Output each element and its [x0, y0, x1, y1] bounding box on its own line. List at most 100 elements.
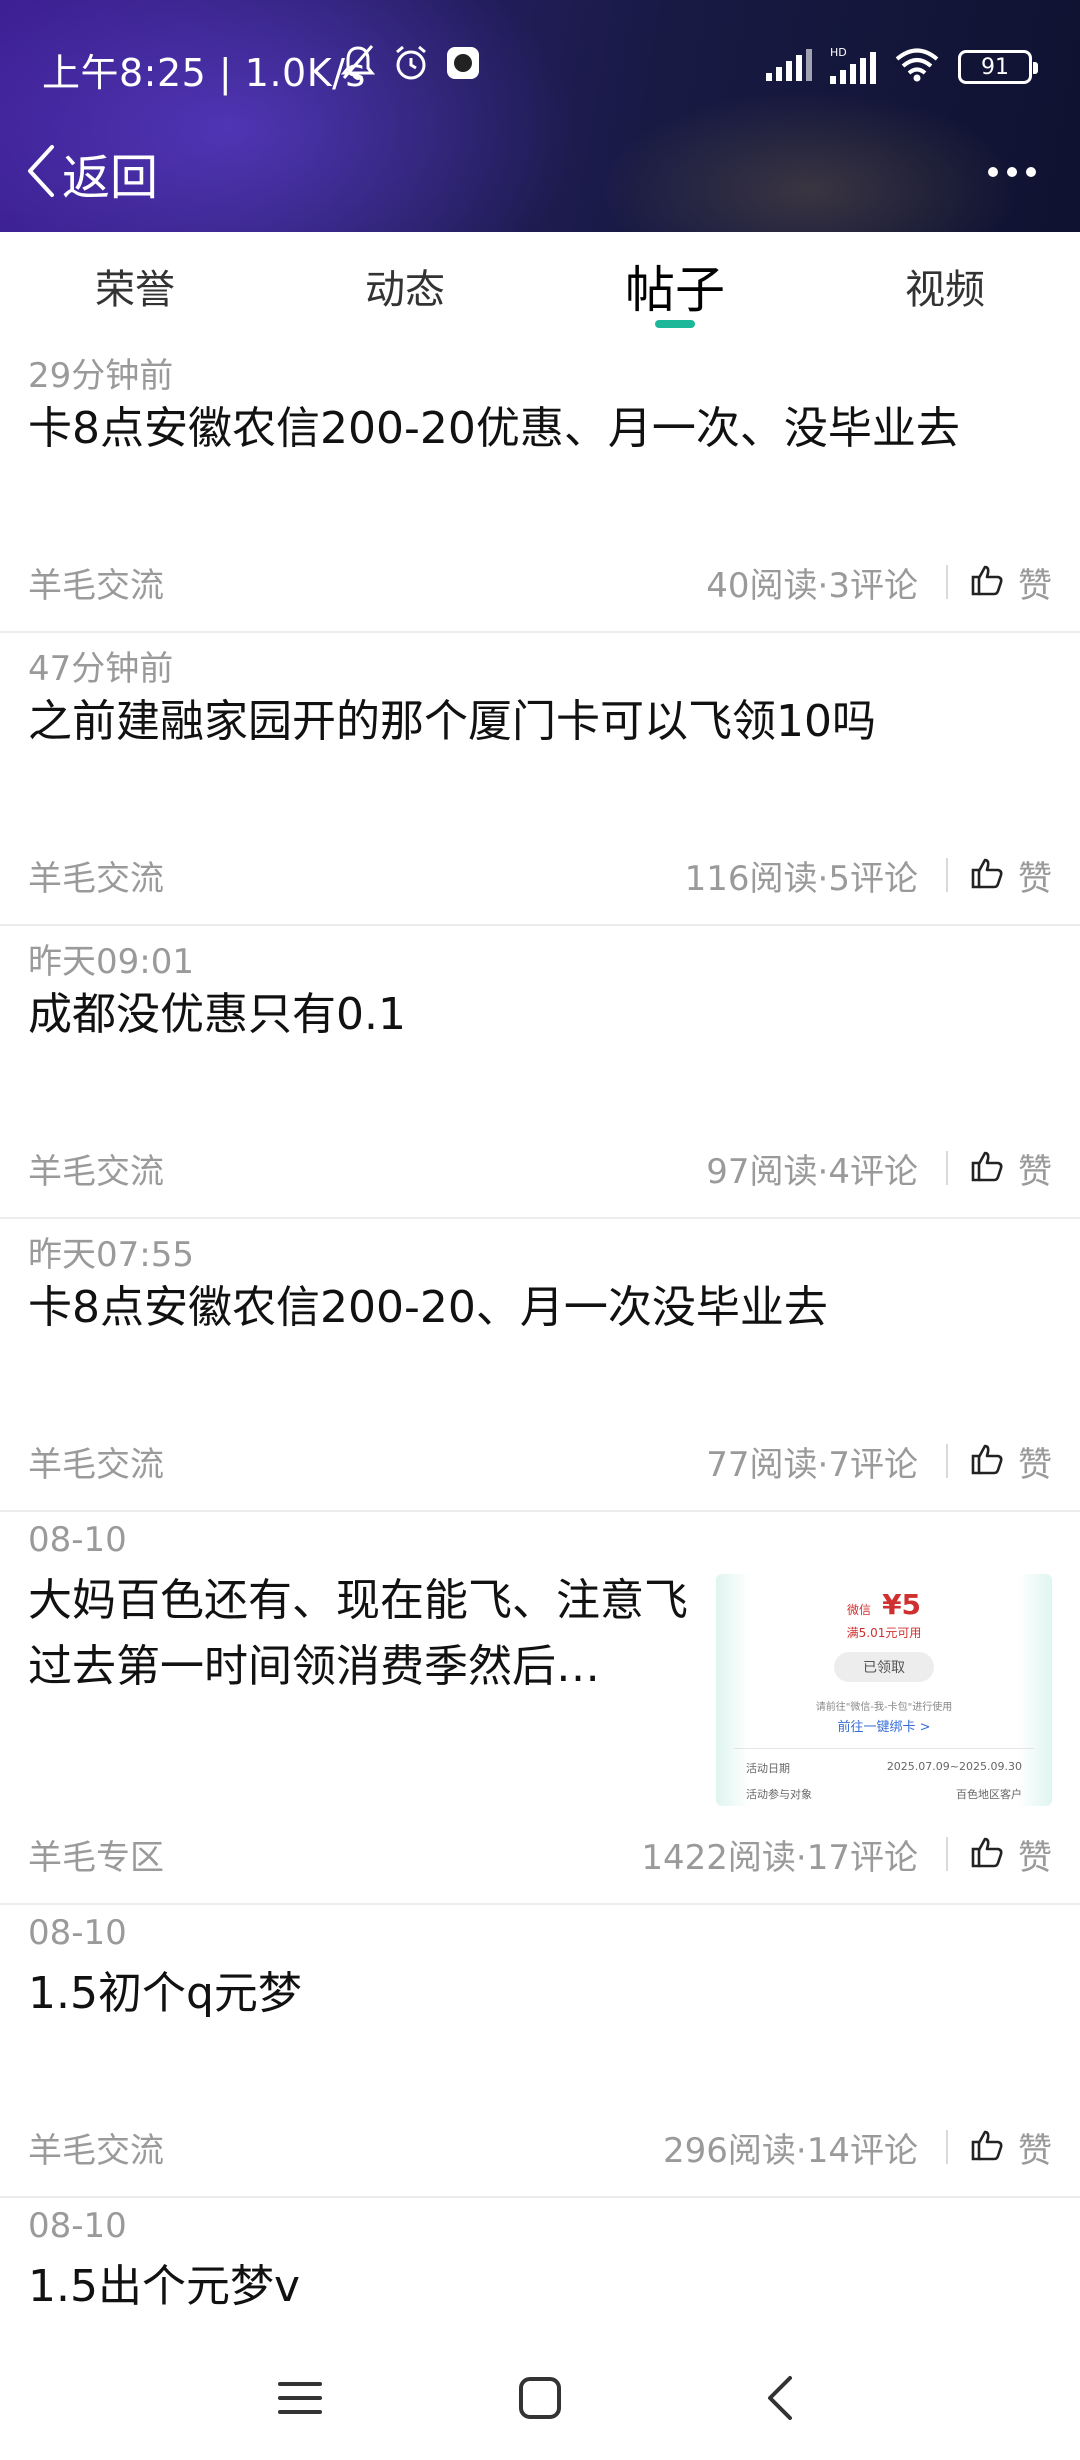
like-label: 赞 — [1018, 1444, 1052, 1485]
post-item[interactable]: 47分钟前 之前建融家园开的那个厦门卡可以飞领10吗 羊毛交流 116阅读·5评… — [0, 633, 1080, 926]
like-button[interactable]: 赞 — [970, 2123, 1052, 2172]
post-title[interactable]: 1.5出个元梦v — [28, 2254, 1058, 2320]
like-button[interactable]: 赞 — [970, 1437, 1052, 1486]
like-label: 赞 — [1018, 1837, 1052, 1878]
coupon-row-value: 百色地区客户 — [956, 1788, 1022, 1801]
like-label: 赞 — [1018, 2130, 1052, 2171]
divider — [946, 858, 948, 892]
divider — [946, 1151, 948, 1185]
post-board[interactable]: 羊毛交流 — [28, 851, 164, 900]
tab-label: 荣誉 — [95, 267, 175, 313]
post-thumbnail[interactable]: 微信 ¥5 满5.01元可用 已领取 请前往"微信-我-卡包"进行使用 前往一键… — [716, 1574, 1052, 1806]
post-footer: 羊毛交流 77阅读·7评论 赞 — [28, 1437, 1052, 1486]
post-board[interactable]: 羊毛交流 — [28, 558, 164, 607]
tab-label: 视频 — [905, 267, 985, 313]
coupon-note: 请前往"微信-我-卡包"进行使用 — [815, 1702, 953, 1713]
like-label: 赞 — [1018, 858, 1052, 899]
post-item[interactable]: 昨天07:55 卡8点安徽农信200-20、月一次没毕业去 羊毛交流 77阅读·… — [0, 1219, 1080, 1512]
like-label: 赞 — [1018, 565, 1052, 606]
post-time: 08-10 — [28, 1520, 127, 1560]
tab-label: 帖子 — [625, 261, 725, 319]
like-button[interactable]: 赞 — [970, 1144, 1052, 1193]
post-time: 08-10 — [28, 2206, 127, 2246]
status-bar: 上午8:25 | 1.0K/s HD 91 — [0, 0, 1080, 130]
tab-videos[interactable]: 视频 — [810, 232, 1080, 340]
post-board[interactable]: 羊毛交流 — [28, 1144, 164, 1193]
post-footer: 羊毛交流 116阅读·5评论 赞 — [28, 851, 1052, 900]
thumbs-up-icon — [970, 857, 1004, 893]
tab-posts[interactable]: 帖子 — [540, 232, 810, 340]
coupon-condition: 满5.01元可用 — [846, 1626, 922, 1640]
post-footer: 羊毛交流 97阅读·4评论 赞 — [28, 1144, 1052, 1193]
coupon-amount: ¥5 — [882, 1588, 922, 1621]
back-button[interactable]: 返回 — [26, 138, 158, 208]
thumbs-up-icon — [970, 1443, 1004, 1479]
system-back-button[interactable] — [750, 2370, 810, 2430]
post-stats: 296阅读·14评论 — [663, 2130, 918, 2171]
thumbs-up-icon — [970, 2129, 1004, 2165]
post-item[interactable]: 昨天09:01 成都没优惠只有0.1 羊毛交流 97阅读·4评论 赞 — [0, 926, 1080, 1219]
menu-button[interactable] — [270, 2370, 330, 2430]
post-board[interactable]: 羊毛交流 — [28, 1437, 164, 1486]
back-label: 返回 — [62, 150, 159, 206]
tab-label: 动态 — [365, 267, 445, 313]
home-square-icon — [518, 2376, 562, 2424]
post-title[interactable]: 成都没优惠只有0.1 — [28, 982, 1058, 1048]
svg-text:HD: HD — [830, 46, 847, 59]
post-time: 47分钟前 — [28, 649, 174, 689]
signal-icon — [766, 49, 812, 85]
tab-honor[interactable]: 荣誉 — [0, 232, 270, 340]
divider — [734, 1748, 1034, 1749]
alarm-icon — [392, 44, 430, 86]
tab-activity[interactable]: 动态 — [270, 232, 540, 340]
coupon-row: 活动日期 2025.07.09~2025.09.30 — [746, 1760, 1022, 1776]
battery-level: 91 — [981, 54, 1009, 80]
post-board[interactable]: 羊毛交流 — [28, 2123, 164, 2172]
active-tab-indicator — [655, 320, 695, 328]
post-title[interactable]: 之前建融家园开的那个厦门卡可以飞领10吗 — [28, 689, 1058, 755]
home-button[interactable] — [510, 2370, 570, 2430]
chevron-left-icon — [26, 143, 56, 203]
status-time: 上午8:25 | 1.0K/s — [42, 51, 366, 95]
post-item[interactable]: 08-10 大妈百色还有、现在能飞、注意飞过去第一时间领消费季然后… 微信 ¥5… — [0, 1512, 1080, 1905]
post-board[interactable]: 羊毛专区 — [28, 1830, 164, 1879]
coupon-row-label: 活动日期 — [746, 1762, 790, 1775]
like-button[interactable]: 赞 — [970, 851, 1052, 900]
thumbs-up-icon — [970, 564, 1004, 600]
battery-icon: 91 — [958, 50, 1038, 84]
post-item[interactable]: 29分钟前 卡8点安徽农信200-20优惠、月一次、没毕业去 羊毛交流 40阅读… — [0, 340, 1080, 633]
more-button[interactable] — [982, 142, 1042, 202]
header: 上午8:25 | 1.0K/s HD 91 返回 — [0, 0, 1080, 232]
coupon-row-value: 2025.07.09~2025.09.30 — [886, 1760, 1022, 1773]
divider — [946, 1837, 948, 1871]
post-footer: 羊毛交流 40阅读·3评论 赞 — [28, 558, 1052, 607]
post-item[interactable]: 08-10 1.5初个q元梦 羊毛交流 296阅读·14评论 赞 — [0, 1905, 1080, 2198]
status-icons: HD 91 — [766, 46, 1038, 88]
more-dots-icon — [987, 163, 1037, 182]
divider — [946, 565, 948, 599]
post-stats: 116阅读·5评论 — [684, 858, 918, 899]
post-title[interactable]: 卡8点安徽农信200-20优惠、月一次、没毕业去 — [28, 396, 1058, 462]
like-button[interactable]: 赞 — [970, 1830, 1052, 1879]
wifi-icon — [894, 48, 940, 86]
like-label: 赞 — [1018, 1151, 1052, 1192]
thumbs-up-icon — [970, 1150, 1004, 1186]
post-title[interactable]: 大妈百色还有、现在能飞、注意飞过去第一时间领消费季然后… — [28, 1568, 708, 1700]
post-stats: 1422阅读·17评论 — [641, 1837, 918, 1878]
nav-bar: 返回 — [0, 130, 1080, 230]
divider — [946, 1444, 948, 1478]
post-stats: 97阅读·4评论 — [706, 1151, 918, 1192]
coupon-header: 微信 ¥5 — [716, 1588, 1052, 1621]
signal-hd-icon: HD — [830, 46, 876, 88]
post-title[interactable]: 1.5初个q元梦 — [28, 1961, 1058, 2027]
post-stats: 77阅读·7评论 — [706, 1444, 918, 1485]
coupon-status: 已领取 — [834, 1652, 934, 1682]
profile-tabs: 荣誉 动态 帖子 视频 — [0, 232, 1080, 340]
post-stats: 40阅读·3评论 — [706, 565, 918, 606]
post-list: 29分钟前 卡8点安徽农信200-20优惠、月一次、没毕业去 羊毛交流 40阅读… — [0, 340, 1080, 2460]
divider — [946, 2130, 948, 2164]
menu-icon — [278, 2378, 322, 2422]
like-button[interactable]: 赞 — [970, 558, 1052, 607]
post-title[interactable]: 卡8点安徽农信200-20、月一次没毕业去 — [28, 1275, 1058, 1341]
bell-slash-icon — [340, 44, 376, 86]
